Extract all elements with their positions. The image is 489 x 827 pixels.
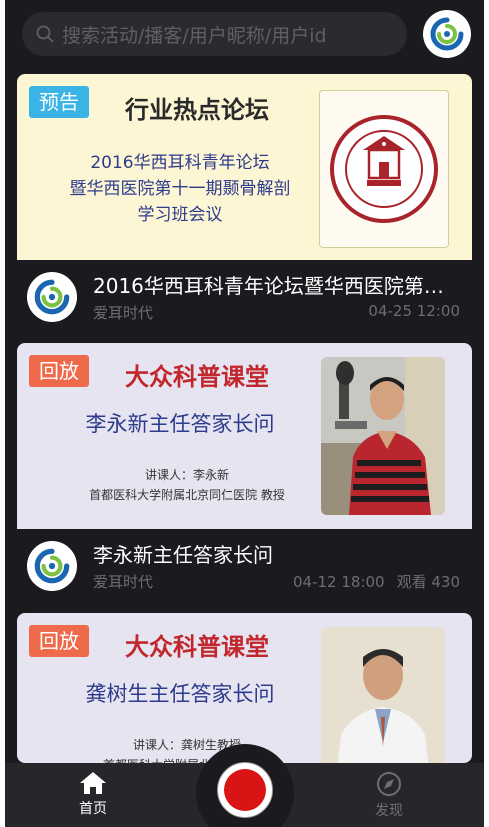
compass-icon [377, 772, 401, 796]
event-meta: 04-25 12:00 [368, 302, 460, 320]
event-meta: 04-12 18:00 观看 430 [293, 571, 460, 592]
event-author[interactable]: 爱耳时代 [93, 302, 153, 323]
tab-discover[interactable]: 发现 [375, 771, 403, 820]
app-logo-icon [34, 279, 70, 315]
replay-badge: 回放 [29, 625, 89, 657]
poster-title: 行业热点论坛 [125, 95, 269, 124]
lecturer-photo [321, 357, 445, 515]
poster-line: 李永新主任答家长问 [85, 412, 275, 436]
app-screen: 搜索活动/播客/用户昵称/用户id 预告 行业热点论坛 2016华西耳科青年论坛… [5, 0, 484, 827]
event-poster[interactable]: 预告 行业热点论坛 2016华西耳科青年论坛 暨华西医院第十一期颞骨解剖 学习班… [17, 74, 472, 260]
event-time: 04-25 12:00 [368, 302, 460, 320]
event-card[interactable]: 回放 大众科普课堂 李永新主任答家长问 讲课人：李永新 首都医科大学附属北京同仁… [17, 343, 472, 601]
event-title[interactable]: 2016华西耳科青年论坛暨华西医院第十一期颞骨解剖学习班会议 [93, 270, 463, 299]
hospital-emblem [319, 90, 449, 248]
record-button[interactable] [217, 762, 273, 818]
publisher-avatar[interactable] [27, 272, 77, 322]
poster-line: 暨华西医院第十一期颞骨解剖 [69, 179, 291, 199]
poster-subtitle: 龚树生主任答家长问 [45, 681, 315, 707]
tab-home-label: 首页 [79, 801, 107, 817]
app-logo-icon [430, 17, 464, 51]
event-card[interactable]: 预告 行业热点论坛 2016华西耳科青年论坛 暨华西医院第十一期颞骨解剖 学习班… [17, 74, 472, 332]
home-icon [80, 772, 106, 794]
event-info[interactable]: 李永新主任答家长问 爱耳时代 04-12 18:00 观看 430 [17, 529, 472, 601]
lecturer-info: 讲课人：李永新 首都医科大学附属北京同仁医院 教授 [37, 465, 337, 505]
event-card[interactable]: 回放 大众科普课堂 龚树生主任答家长问 讲课人：龚树生教授 首都医科大学附属北京… [17, 613, 472, 763]
tab-home[interactable]: 首页 [79, 771, 107, 818]
event-title[interactable]: 李永新主任答家长问 [93, 539, 463, 568]
view-count: 观看 430 [396, 573, 460, 591]
lecturer-name: 讲课人：龚树生教授 [132, 738, 241, 752]
event-author[interactable]: 爱耳时代 [93, 571, 153, 592]
top-bar: 搜索活动/播客/用户昵称/用户id [5, 0, 484, 68]
event-info[interactable]: 2016华西耳科青年论坛暨华西医院第十一期颞骨解剖学习班会议 爱耳时代 04-2… [17, 260, 472, 332]
lecturer-org: 首都医科大学附属北京友谊医院 [37, 755, 337, 763]
profile-avatar[interactable] [423, 10, 471, 58]
tab-discover-label: 发现 [375, 803, 403, 819]
doctor-portrait-image [321, 627, 445, 763]
record-icon [224, 769, 266, 811]
poster-subtitle: 李永新主任答家长问 [45, 411, 315, 437]
search-icon [36, 25, 54, 43]
replay-badge: 回放 [29, 355, 89, 387]
poster-subtitle: 2016华西耳科青年论坛 暨华西医院第十一期颞骨解剖 学习班会议 [45, 150, 315, 228]
lecturer-name: 讲课人：李永新 [144, 468, 229, 482]
poster-title: 大众科普课堂 [125, 632, 269, 661]
event-time: 04-12 18:00 [293, 573, 385, 591]
search-bar[interactable]: 搜索活动/播客/用户昵称/用户id [22, 12, 407, 56]
poster-line: 学习班会议 [137, 205, 223, 225]
doctor-portrait-image [321, 357, 445, 515]
app-logo-icon [34, 548, 70, 584]
lecturer-org: 首都医科大学附属北京同仁医院 教授 [89, 488, 285, 502]
poster-title: 大众科普课堂 [125, 362, 269, 391]
lecturer-photo [321, 627, 445, 763]
hospital-seal-icon [330, 115, 438, 223]
publisher-avatar[interactable] [27, 541, 77, 591]
poster-line: 龚树生主任答家长问 [85, 682, 275, 706]
event-poster[interactable]: 回放 大众科普课堂 龚树生主任答家长问 讲课人：龚树生教授 首都医科大学附属北京… [17, 613, 472, 763]
search-placeholder: 搜索活动/播客/用户昵称/用户id [62, 24, 327, 47]
event-poster[interactable]: 回放 大众科普课堂 李永新主任答家长问 讲课人：李永新 首都医科大学附属北京同仁… [17, 343, 472, 529]
poster-line: 2016华西耳科青年论坛 [90, 153, 270, 173]
lecturer-info: 讲课人：龚树生教授 首都医科大学附属北京友谊医院 [37, 735, 337, 763]
preview-badge: 预告 [29, 86, 89, 118]
